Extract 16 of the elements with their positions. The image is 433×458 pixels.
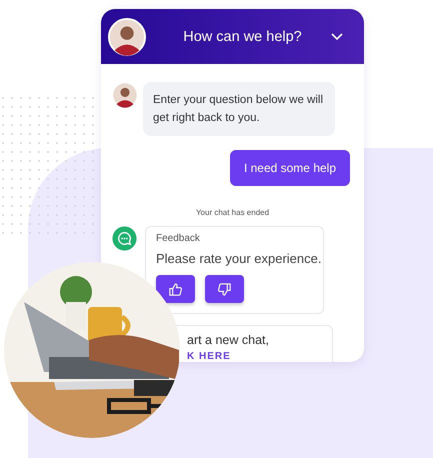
chat-bubble-icon bbox=[112, 226, 137, 251]
avatar-icon bbox=[112, 82, 138, 108]
rating-prompt: Please rate your experience. bbox=[156, 250, 322, 267]
header-title: How can we help? bbox=[182, 28, 303, 44]
thumbs-down-icon bbox=[217, 282, 232, 296]
message-bubble: Enter your question below we will get right back to you. bbox=[143, 82, 335, 136]
avatar-icon bbox=[108, 18, 146, 56]
restart-text: art a new chat, bbox=[187, 333, 270, 347]
thumbs-down-button[interactable] bbox=[205, 275, 244, 303]
feedback-label: Feedback bbox=[156, 233, 200, 244]
thumbs-up-button[interactable] bbox=[156, 275, 195, 303]
message-bubble: I need some help bbox=[230, 150, 350, 186]
click-here-link[interactable]: K HERE bbox=[187, 351, 324, 362]
chevron-down-icon[interactable] bbox=[331, 32, 343, 40]
chat-status: Your chat has ended bbox=[196, 208, 270, 217]
thumbs-up-icon bbox=[168, 282, 183, 296]
